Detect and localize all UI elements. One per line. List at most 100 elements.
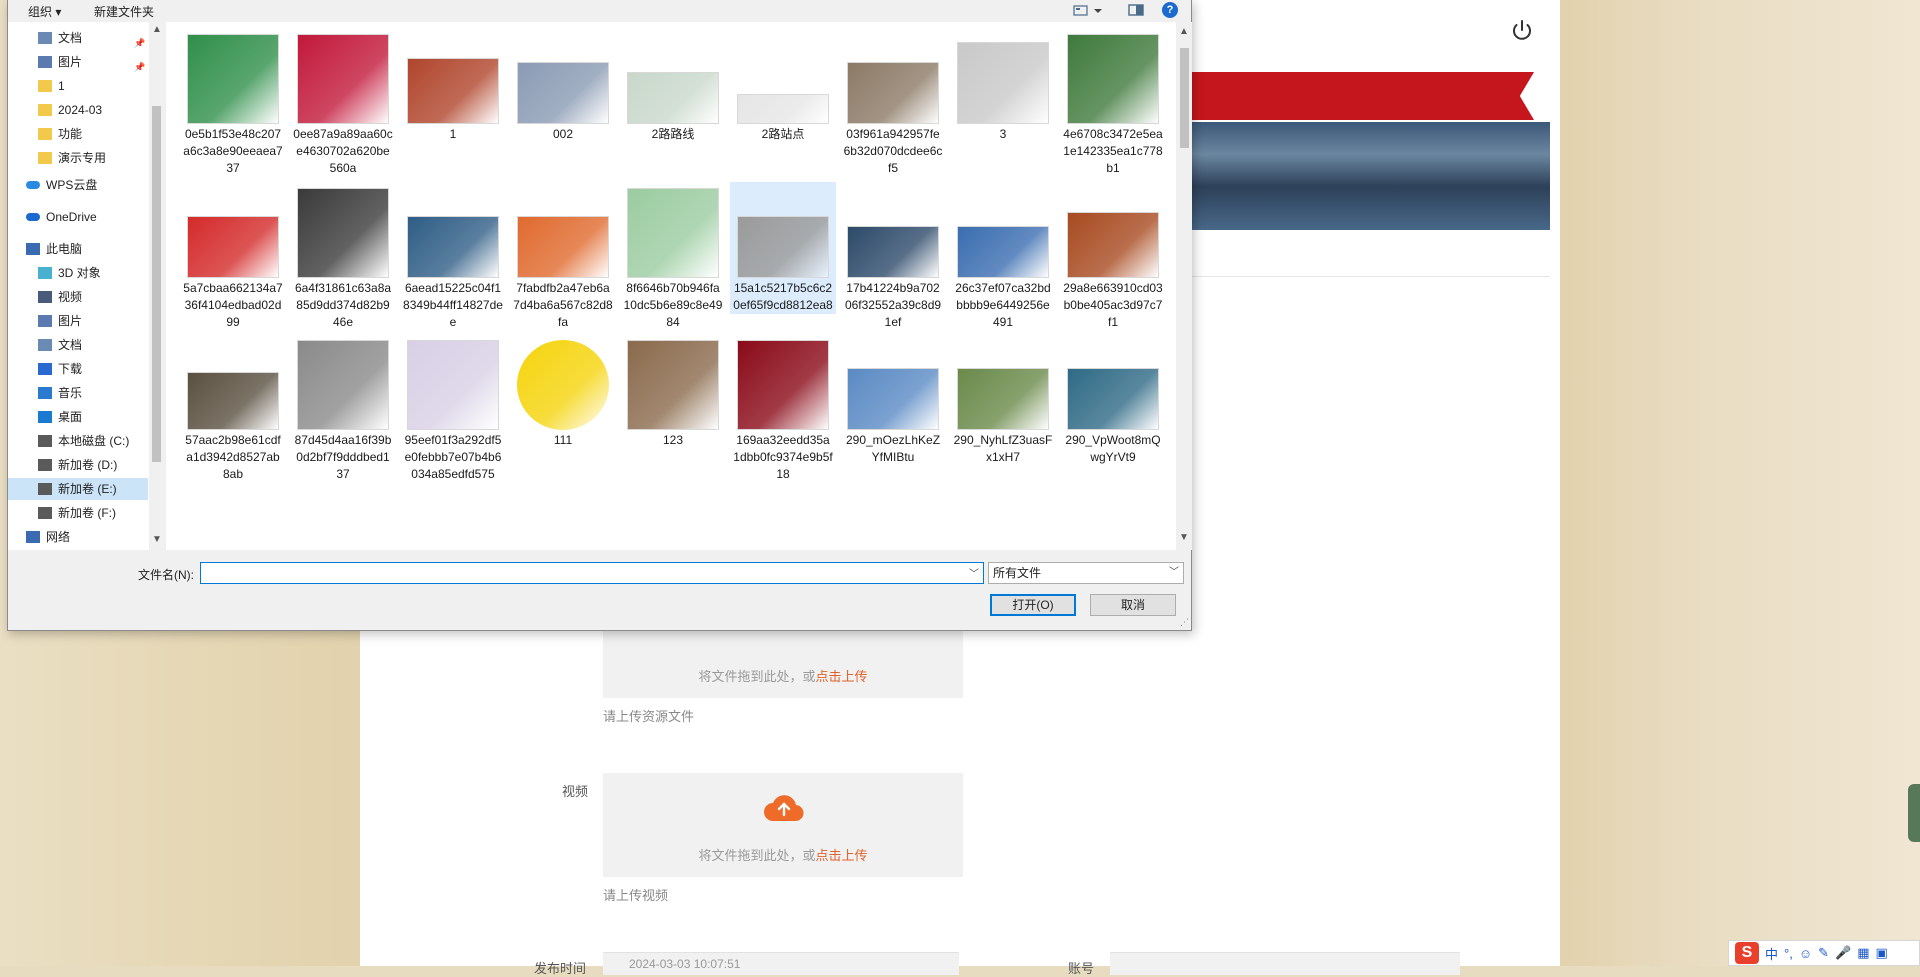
nav-item[interactable]: 视频 <box>8 286 148 308</box>
scroll-up-icon[interactable]: ▲ <box>152 24 162 35</box>
file-item[interactable] <box>290 510 396 550</box>
nav-item[interactable]: 新加卷 (E:) <box>8 478 148 500</box>
ime-lang-toggle[interactable]: 中 <box>1765 944 1778 963</box>
nav-item[interactable]: 文档 <box>8 334 148 356</box>
cancel-button[interactable]: 取消 <box>1090 594 1176 616</box>
click-upload-link[interactable]: 点击上传 <box>816 669 868 684</box>
file-item[interactable]: 002 <box>510 28 616 143</box>
nav-item[interactable]: 3D 对象 <box>8 262 148 284</box>
nav-item[interactable]: 1 <box>8 75 148 97</box>
nav-item[interactable]: 文档 📌 <box>8 27 148 49</box>
file-item[interactable] <box>1060 510 1166 550</box>
nav-item[interactable]: 网络 <box>8 526 148 548</box>
file-item[interactable]: 3 <box>950 28 1056 143</box>
file-scrollbar-thumb[interactable] <box>1180 48 1189 148</box>
publish-time-label: 发布时间 <box>534 961 587 976</box>
organize-menu[interactable]: 组织 ▾ <box>28 3 61 20</box>
open-button[interactable]: 打开(O) <box>990 594 1076 616</box>
file-item[interactable]: 111 <box>510 334 616 449</box>
publish-time-input[interactable]: 2024-03-03 10:07:51 <box>603 952 959 975</box>
file-item[interactable]: 5a7cbaa662134a736f4104edbad02d99 <box>180 182 286 331</box>
emoji-icon[interactable]: ☺ <box>1799 946 1812 961</box>
scroll-down-icon[interactable]: ▼ <box>152 534 162 545</box>
file-item[interactable] <box>840 510 946 550</box>
sogou-logo-icon[interactable]: S <box>1735 942 1759 964</box>
scroll-up-icon[interactable]: ▲ <box>1179 26 1189 37</box>
file-item[interactable]: 290_VpWoot8mQwgYrVt9 <box>1060 334 1166 466</box>
chevron-down-icon[interactable]: ﹀ <box>969 565 979 580</box>
chevron-down-icon[interactable]: ﹀ <box>1169 563 1179 583</box>
file-item[interactable]: 87d45d4aa16f39b0d2bf7f9dddbed137 <box>290 334 396 483</box>
nav-item[interactable]: 音乐 <box>8 382 148 404</box>
file-item[interactable]: 6aead15225c04f18349b44ff14827dee <box>400 182 506 331</box>
file-item[interactable] <box>180 510 286 550</box>
help-icon[interactable]: ? <box>1162 2 1178 18</box>
nav-item[interactable]: 新加卷 (F:) <box>8 502 148 524</box>
power-icon[interactable] <box>1510 18 1534 42</box>
file-item[interactable]: 6a4f31861c63a8a85d9dd374d82b946e <box>290 182 396 331</box>
nav-item[interactable]: 新加卷 (D:) <box>8 454 148 476</box>
file-item[interactable]: 17b41224b9a70206f32552a39c8d91ef <box>840 182 946 331</box>
scroll-down-icon[interactable]: ▼ <box>1179 532 1189 543</box>
file-item[interactable] <box>950 510 1056 550</box>
file-item[interactable]: 95eef01f3a292df5e0febbb7e07b4b6034a85edf… <box>400 334 506 483</box>
nav-item[interactable]: 本地磁盘 (C:) <box>8 430 148 452</box>
nav-item[interactable]: 图片 <box>8 310 148 332</box>
nav-item[interactable]: OneDrive <box>8 206 148 228</box>
file-item[interactable]: 15a1c5217b5c6c20ef65f9cd8812ea8 <box>730 182 836 314</box>
nav-scrollbar-thumb[interactable] <box>152 106 161 462</box>
file-item[interactable]: 1 <box>400 28 506 143</box>
microphone-icon[interactable]: 🎤 <box>1835 945 1851 961</box>
file-type-select[interactable]: 所有文件 ﹀ <box>988 562 1184 584</box>
file-thumbnail <box>407 340 499 430</box>
file-item[interactable]: 26c37ef07ca32bdbbbb9e6449256e491 <box>950 182 1056 331</box>
file-type-value: 所有文件 <box>993 566 1042 580</box>
nav-item[interactable]: 桌面 <box>8 406 148 428</box>
file-scrollbar[interactable]: ▲ ▼ <box>1176 22 1192 550</box>
file-item[interactable] <box>730 510 836 550</box>
file-item[interactable]: 8f6646b70b946fa10dc5b6e89c8e4984 <box>620 182 726 331</box>
nav-item-label: 3D 对象 <box>58 266 101 280</box>
file-item[interactable] <box>620 510 726 550</box>
video-upload-dropzone[interactable]: 将文件拖到此处，或点击上传 <box>603 773 963 877</box>
file-item[interactable]: 7fabdfb2a47eb6a7d4ba6a567c82d8fa <box>510 182 616 331</box>
shirt-icon[interactable]: ▣ <box>1876 945 1888 961</box>
click-upload-link[interactable]: 点击上传 <box>816 848 868 863</box>
file-item[interactable]: 57aac2b98e61cdfa1d3942d8527ab8ab <box>180 334 286 483</box>
file-item[interactable]: 290_mOezLhKeZYfMIBtu <box>840 334 946 466</box>
file-item[interactable]: 0e5b1f53e48c207a6c3a8e90eeaea737 <box>180 28 286 177</box>
file-item[interactable]: 29a8e663910cd03b0be405ac3d97c7f1 <box>1060 182 1166 331</box>
grid-icon[interactable]: ▦ <box>1857 945 1869 961</box>
side-drawer-tab[interactable] <box>1908 784 1920 842</box>
file-item[interactable] <box>510 510 616 550</box>
file-item[interactable] <box>400 510 506 550</box>
nav-item[interactable]: WPS云盘 <box>8 174 148 196</box>
filename-input[interactable]: ﹀ <box>200 562 984 584</box>
nav-scrollbar[interactable]: ▲ ▼ <box>149 22 164 550</box>
file-item[interactable]: 2路路线 <box>620 28 726 143</box>
view-options-icon[interactable] <box>1072 2 1106 18</box>
file-item[interactable]: 290_NyhLfZ3uasFx1xH7 <box>950 334 1056 466</box>
file-item[interactable]: 03f961a942957fe6b32d070dcdee6cf5 <box>840 28 946 177</box>
nav-item[interactable]: 此电脑 <box>8 238 148 260</box>
file-name: 26c37ef07ca32bdbbbb9e6449256e491 <box>955 281 1051 329</box>
nav-item[interactable]: 图片 📌 <box>8 51 148 73</box>
file-item[interactable]: 2路站点 <box>730 28 836 143</box>
resize-grip-icon[interactable]: ⋰ <box>1180 617 1189 628</box>
preview-pane-icon[interactable] <box>1126 2 1146 18</box>
nav-item[interactable]: 功能 <box>8 123 148 145</box>
nav-item-label: 桌面 <box>58 410 83 424</box>
pen-icon[interactable]: ✎ <box>1818 945 1829 961</box>
account-input[interactable] <box>1110 952 1460 975</box>
file-item[interactable]: 123 <box>620 334 726 449</box>
nav-item[interactable]: 下载 <box>8 358 148 380</box>
file-item[interactable]: 4e6708c3472e5ea1e142335ea1c778b1 <box>1060 28 1166 177</box>
file-item[interactable]: 169aa32eedd35a1dbb0fc9374e9b5f18 <box>730 334 836 483</box>
new-folder-button[interactable]: 新建文件夹 <box>94 3 154 20</box>
nav-item[interactable]: 演示专用 <box>8 147 148 169</box>
file-grid: 0e5b1f53e48c207a6c3a8e90eeaea737 0ee87a9a… <box>166 22 1176 550</box>
nav-item[interactable]: 2024-03 <box>8 99 148 121</box>
ime-punct-toggle[interactable]: °, <box>1784 946 1793 961</box>
file-item[interactable]: 0ee87a9a89aa60ce4630702a620be560a <box>290 28 396 177</box>
file-thumbnail <box>627 72 719 124</box>
